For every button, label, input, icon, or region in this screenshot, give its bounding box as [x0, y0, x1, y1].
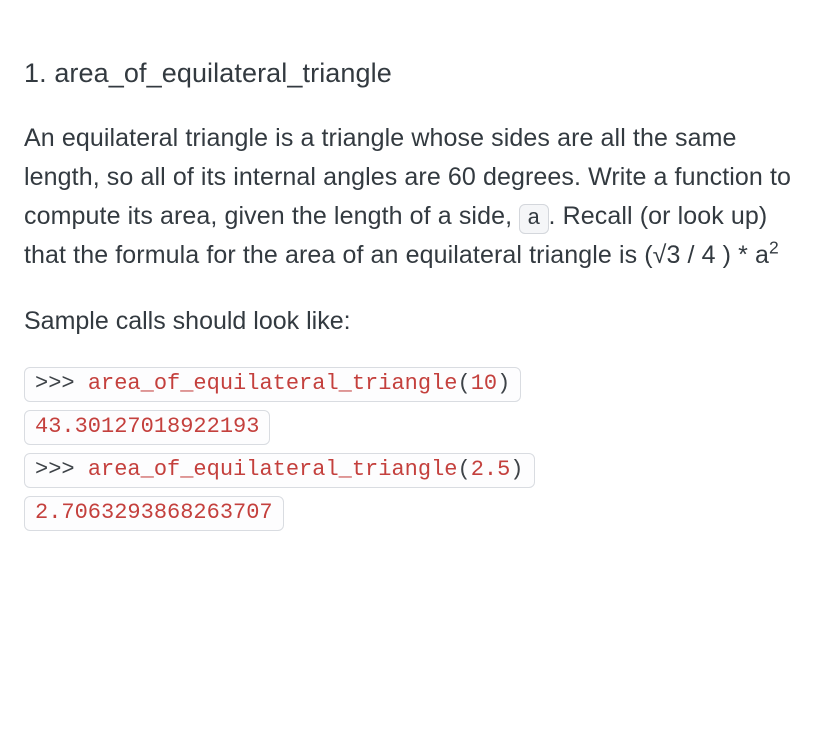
repl-line-output-1: 43.30127018922193: [24, 410, 270, 445]
repl-close-paren: ): [497, 371, 510, 396]
inline-code-a: a: [519, 204, 548, 234]
repl-line-call-1: >>> area_of_equilateral_triangle(10): [24, 367, 521, 402]
repl-close-paren: ): [510, 457, 523, 482]
sample-calls-intro: Sample calls should look like:: [24, 302, 804, 341]
repl-output: 43.30127018922193: [35, 414, 259, 439]
repl-arg: 10: [471, 371, 497, 396]
repl-open-paren: (: [457, 457, 470, 482]
area-formula: (√3 / 4 ) * a2: [644, 241, 779, 269]
repl-sample: >>> area_of_equilateral_triangle(10) 43.…: [24, 367, 804, 539]
formula-base: (√3 / 4 ) * a: [644, 241, 769, 269]
repl-prompt: >>>: [35, 457, 88, 482]
repl-open-paren: (: [457, 371, 470, 396]
repl-fn-name: area_of_equilateral_triangle: [88, 457, 458, 482]
exercise-title: 1. area_of_equilateral_triangle: [24, 58, 804, 89]
formula-exponent: 2: [769, 237, 779, 257]
repl-arg: 2.5: [471, 457, 511, 482]
repl-output: 2.7063293868263707: [35, 500, 273, 525]
exercise-description: An equilateral triangle is a triangle wh…: [24, 119, 804, 274]
scroll-spacer: [24, 539, 804, 735]
repl-fn-name: area_of_equilateral_triangle: [88, 371, 458, 396]
repl-line-output-2: 2.7063293868263707: [24, 496, 284, 531]
repl-line-call-2: >>> area_of_equilateral_triangle(2.5): [24, 453, 535, 488]
document-scroll-area[interactable]: 1. area_of_equilateral_triangle An equil…: [0, 0, 828, 735]
repl-prompt: >>>: [35, 371, 88, 396]
